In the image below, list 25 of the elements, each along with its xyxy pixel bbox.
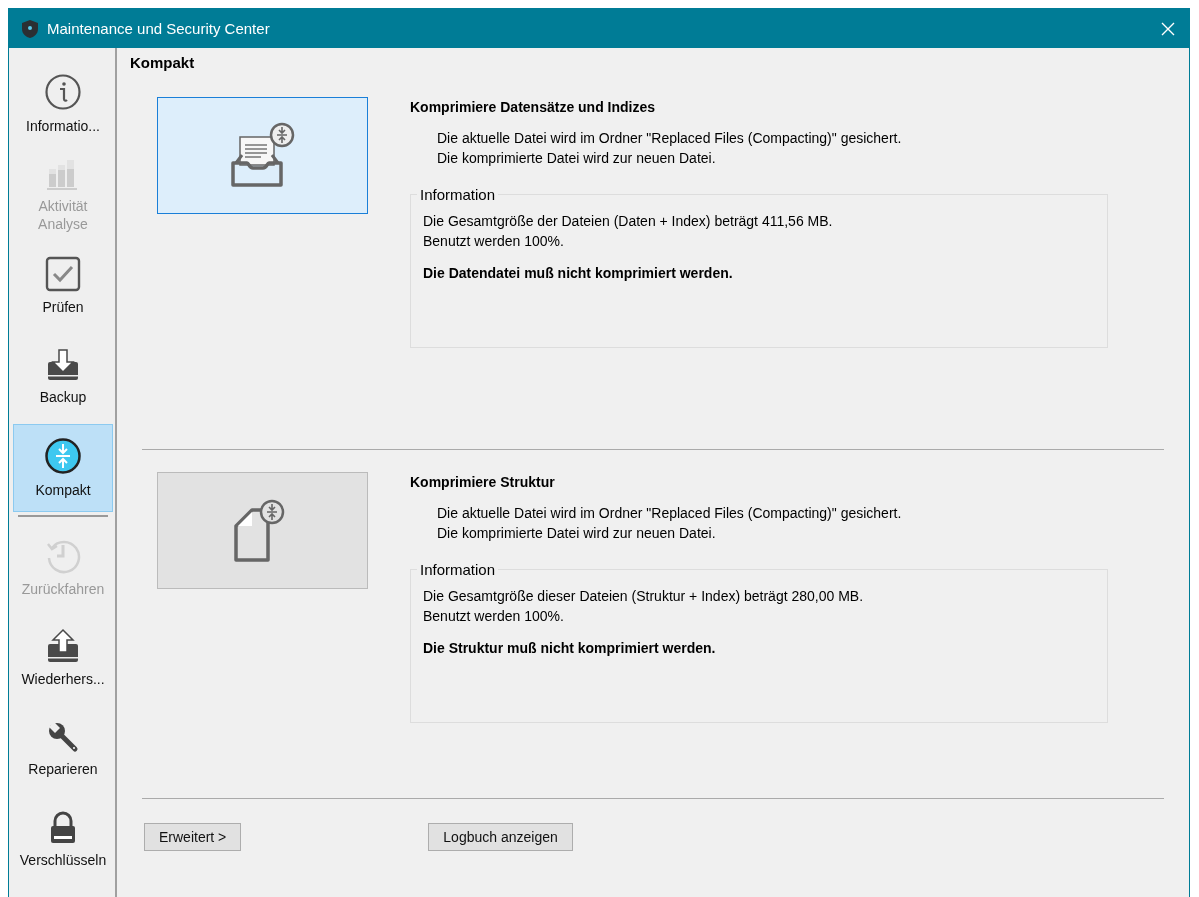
sidebar-item[interactable]: Prüfen xyxy=(13,242,113,330)
info-text: Die Gesamtgröße dieser Dateien (Struktur + Index) beträgt 280,00 MB. xyxy=(423,587,865,606)
info-text: Benutzt werden 100%. xyxy=(423,232,565,251)
sidebar-item[interactable]: Reparieren xyxy=(13,705,113,793)
section-title: Komprimiere Datensätze und Indizes xyxy=(410,99,657,115)
sidebar-item[interactable]: Informatio... xyxy=(13,60,113,148)
info-text: Die Gesamtgröße der Dateien (Daten + Index) beträgt 411,56 MB. xyxy=(423,212,834,231)
description-text: Die komprimierte Datei wird zur neuen Datei. xyxy=(437,524,717,543)
sidebar-item[interactable]: Kompakt xyxy=(13,424,113,512)
group-label: Information xyxy=(419,186,497,203)
group-label: Information xyxy=(419,561,497,578)
advanced-button[interactable]: Erweitert > xyxy=(144,823,242,851)
description-text: Die aktuelle Datei wird im Ordner "Replaced Files (Compacting)" gesichert. xyxy=(437,504,903,523)
section-title: Komprimiere Struktur xyxy=(410,474,556,490)
description-text: Die komprimierte Datei wird zur neuen Datei. xyxy=(437,149,717,168)
sidebar-item[interactable]: Wiederhers... xyxy=(13,614,113,702)
sidebar-item[interactable]: Verschlüsseln xyxy=(13,796,113,884)
window-title: Maintenance und Security Center xyxy=(47,20,271,37)
sidebar-item[interactable]: Backup xyxy=(13,333,113,421)
info-text: Benutzt werden 100%. xyxy=(423,607,565,626)
page-title: Kompakt xyxy=(130,54,196,71)
status-message: Die Struktur muß nicht komprimiert werden. xyxy=(423,640,717,656)
show-log-button[interactable]: Logbuch anzeigen xyxy=(428,823,573,851)
status-message: Die Datendatei muß nicht komprimiert werden. xyxy=(423,265,734,281)
description-text: Die aktuelle Datei wird im Ordner "Replaced Files (Compacting)" gesichert. xyxy=(437,129,903,148)
